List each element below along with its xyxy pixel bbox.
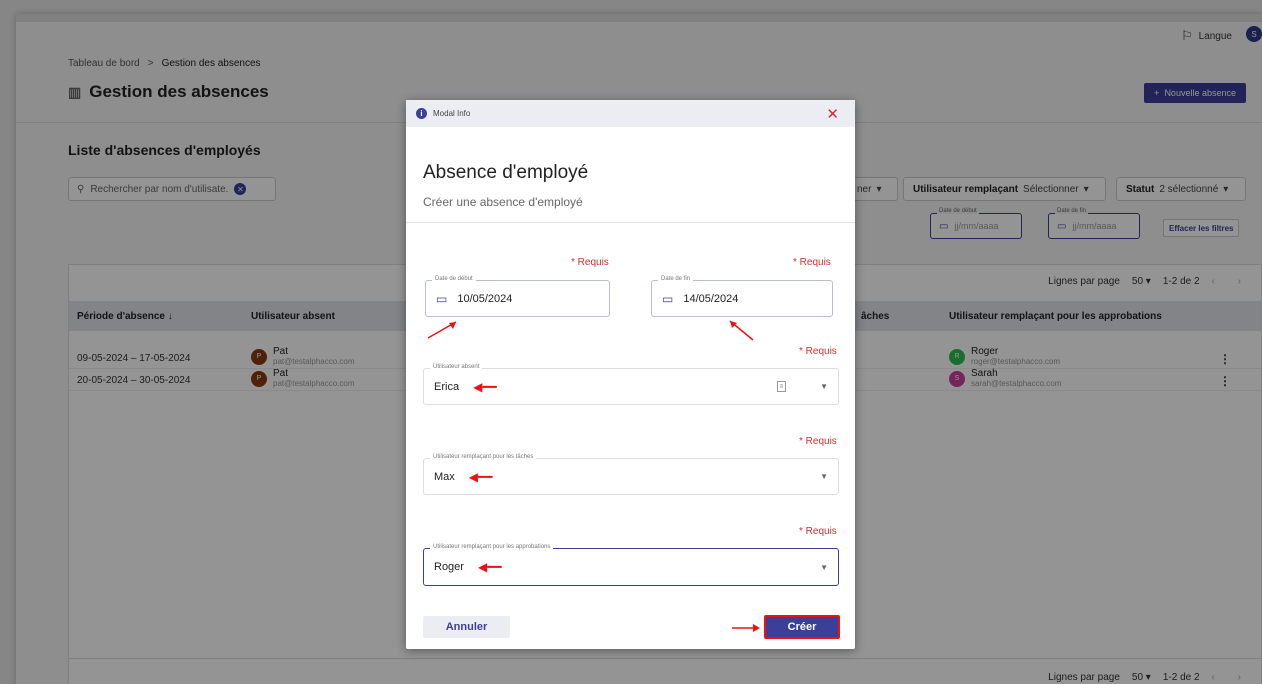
modal-header-label: Modal Info	[433, 109, 471, 118]
info-icon: i	[416, 108, 427, 119]
annotation-arrow	[427, 321, 457, 339]
start-date-label: Date de début	[432, 276, 476, 282]
absent-user-value: Erica	[434, 380, 460, 393]
approval-replacement-select[interactable]: Utilisateur remplaçant pour les approbat…	[423, 544, 839, 586]
modal-header: i Modal Info ✕	[406, 100, 855, 127]
cancel-button[interactable]: Annuler	[423, 616, 510, 638]
approval-replacement-label: Utilisateur remplaçant pour les approbat…	[430, 544, 554, 550]
start-date-value: 10/05/2024	[457, 292, 513, 305]
calendar-icon[interactable]: ▭	[662, 292, 673, 306]
chevron-down-icon: ▼	[820, 562, 828, 572]
required-indicator: * Requis	[799, 526, 837, 537]
modal-subtitle: Créer une absence d'employé	[423, 195, 583, 209]
absence-modal: i Modal Info ✕ Absence d'employé Créer u…	[406, 100, 855, 649]
calendar-icon[interactable]: ▭	[436, 292, 447, 306]
annotation-arrow	[729, 320, 754, 341]
modal-divider	[406, 222, 855, 223]
absent-user-label: Utilisateur absent	[430, 364, 483, 370]
required-indicator: * Requis	[799, 346, 837, 357]
annotation-arrow: ◀━━	[477, 560, 502, 574]
annotation-arrow	[732, 624, 760, 632]
absent-user-select[interactable]: Utilisateur absent Erica ◀━━ ≡ ▼	[423, 364, 839, 405]
end-date-value: 14/05/2024	[683, 292, 739, 305]
required-indicator: * Requis	[799, 436, 837, 447]
required-indicator: * Requis	[793, 257, 831, 268]
approval-replacement-value: Roger	[434, 561, 464, 573]
annotation-arrow: ◀━━	[468, 469, 493, 484]
task-replacement-value: Max	[434, 470, 455, 483]
task-replacement-select[interactable]: Utilisateur remplaçant pour les tâches M…	[423, 454, 839, 495]
end-date-label: Date de fin	[658, 276, 694, 282]
modal-title: Absence d'employé	[423, 162, 589, 183]
end-date-field[interactable]: Date de fin ▭ 14/05/2024	[651, 276, 833, 317]
annotation-arrow: ◀━━	[473, 379, 497, 394]
list-icon: ≡	[777, 381, 786, 392]
required-indicator: * Requis	[571, 257, 609, 268]
close-icon[interactable]: ✕	[826, 105, 839, 123]
chevron-down-icon: ▼	[820, 472, 828, 481]
chevron-down-icon: ▼	[820, 382, 828, 391]
create-button[interactable]: Créer	[764, 615, 840, 639]
start-date-field[interactable]: Date de début ▭ 10/05/2024	[425, 276, 610, 317]
task-replacement-label: Utilisateur remplaçant pour les tâches	[430, 454, 537, 460]
